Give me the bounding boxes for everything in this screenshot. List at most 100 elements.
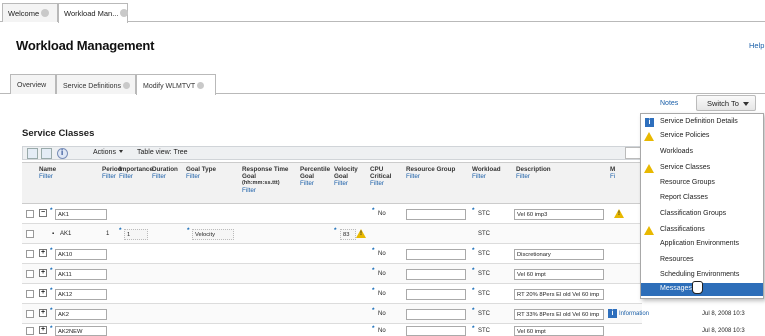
workload-value[interactable]: STC [478, 328, 490, 334]
filter-link[interactable]: Filter [39, 173, 56, 180]
column-header-name[interactable]: Name Filter [39, 166, 56, 180]
expand-icon[interactable]: + [39, 326, 47, 334]
row-checkbox[interactable] [26, 250, 34, 258]
resource-group-field[interactable] [406, 209, 466, 220]
column-header-response-time-goal[interactable]: Response Time Goal (hh:mm:ss.ttt) Filter [242, 166, 296, 194]
name-field[interactable]: AK12 [55, 289, 107, 300]
filter-link[interactable]: Filter [370, 180, 394, 187]
row-checkbox[interactable] [26, 230, 34, 238]
switch-to-button[interactable]: Switch To [696, 95, 756, 111]
close-icon[interactable] [122, 82, 130, 89]
table-row[interactable]: + * AK10 * No * STC Discretionary [22, 244, 642, 264]
workload-value[interactable]: STC [478, 291, 490, 297]
description-field[interactable]: RT 33% 8Pers El old Vel 60 imp [514, 309, 604, 320]
actions-menu[interactable]: Actions [93, 149, 123, 156]
description-field[interactable]: RT 20% 8Pers El old Vel 60 imp [514, 289, 604, 300]
collapse-icon[interactable]: − [39, 209, 47, 217]
cpu-critical-value[interactable]: No [378, 251, 386, 257]
name-field[interactable]: AK10 [55, 249, 107, 260]
notes-link[interactable]: Notes [660, 100, 678, 107]
importance-field[interactable]: 1 [124, 229, 148, 240]
menu-item-classifications[interactable]: Classifications [641, 224, 763, 237]
filter-link[interactable]: Filter [119, 173, 153, 180]
expand-icon[interactable]: + [39, 269, 47, 277]
column-header-percentile-goal[interactable]: Percentile Goal Filter [300, 166, 330, 187]
description-field[interactable]: Vel 60 impt [514, 326, 604, 336]
menu-item-resource-groups[interactable]: Resource Groups [641, 177, 763, 190]
filter-link[interactable]: Filter [516, 173, 551, 180]
row-checkbox[interactable] [26, 290, 34, 298]
filter-link[interactable]: Filter [186, 173, 216, 180]
description-field[interactable]: Vel 60 impt [514, 269, 604, 280]
row-checkbox[interactable] [26, 310, 34, 318]
resource-group-field[interactable] [406, 269, 466, 280]
table-row[interactable]: + * AK12 * No * STC RT 20% 8Pers El old … [22, 284, 642, 304]
menu-item-service-definition-details[interactable]: i Service Definition Details [641, 116, 763, 129]
filter-link[interactable]: Filter [406, 173, 455, 180]
cpu-critical-value[interactable]: No [378, 311, 386, 317]
table-row[interactable]: + * AK11 * No * STC Vel 60 impt [22, 264, 642, 284]
expand-icon[interactable]: + [39, 309, 47, 317]
column-header-velocity-goal[interactable]: Velocity Goal Filter [334, 166, 362, 187]
info-icon[interactable] [57, 148, 68, 159]
workload-value[interactable]: STC [478, 271, 490, 277]
menu-item-classification-groups[interactable]: Classification Groups [641, 208, 763, 221]
table-row[interactable]: + * AK2NEW * No * STC Vel 60 impt [22, 324, 642, 336]
velocity-field[interactable]: 83 [340, 229, 356, 240]
workload-value[interactable]: STC [478, 251, 490, 257]
close-icon[interactable] [120, 9, 129, 17]
column-header-resource-group[interactable]: Resource Group Filter [406, 166, 455, 180]
close-icon[interactable] [197, 82, 205, 89]
column-header-workload[interactable]: Workload Filter [472, 166, 501, 180]
filter-link[interactable]: Fi [610, 173, 615, 180]
select-all-icon[interactable] [27, 148, 38, 159]
name-field[interactable]: AK11 [55, 269, 107, 280]
filter-link[interactable]: Filter [300, 180, 330, 187]
expand-icon[interactable]: + [39, 249, 47, 257]
column-header-messages[interactable]: M Fi [610, 166, 615, 180]
cpu-critical-value[interactable]: No [378, 291, 386, 297]
filter-link[interactable]: Filter [152, 173, 178, 180]
filter-link[interactable]: Filter [242, 187, 296, 194]
menu-item-service-classes[interactable]: Service Classes [641, 162, 763, 175]
tab-workload-management[interactable]: Workload Man... [58, 3, 129, 23]
name-field[interactable]: AK2 [55, 309, 107, 320]
filter-link[interactable]: Filter [472, 173, 501, 180]
column-header-duration[interactable]: Duration Filter [152, 166, 178, 180]
filter-link[interactable]: Filter [334, 180, 362, 187]
menu-item-workloads[interactable]: Workloads [641, 146, 763, 159]
resource-group-field[interactable] [406, 309, 466, 320]
menu-item-report-classes[interactable]: Report Classes [641, 192, 763, 205]
deselect-all-icon[interactable] [41, 148, 52, 159]
description-field[interactable]: Vel 60 imp3 [514, 209, 604, 220]
close-icon[interactable] [41, 9, 50, 17]
name-field[interactable]: AK2NEW [55, 326, 107, 336]
table-row[interactable]: − * AK1 * No * STC Vel 60 imp3 [22, 204, 642, 224]
column-header-importance[interactable]: Importance Filter [119, 166, 153, 180]
help-link[interactable]: Help [749, 41, 764, 50]
message-link[interactable]: Information [619, 311, 649, 317]
description-field[interactable]: Discretionary [514, 249, 604, 260]
cpu-critical-value[interactable]: No [378, 211, 386, 217]
resource-group-field[interactable] [406, 326, 466, 336]
menu-item-service-policies[interactable]: Service Policies [641, 130, 763, 143]
row-checkbox[interactable] [26, 327, 34, 335]
tab-welcome[interactable]: Welcome [2, 3, 58, 22]
goal-type-field[interactable]: Velocity [192, 229, 234, 240]
tab-service-definitions[interactable]: Service Definitions [56, 74, 136, 94]
table-row[interactable]: + * AK2 * No * STC RT 33% 8Pers El old V… [22, 304, 649, 324]
menu-item-scheduling-environments[interactable]: Scheduling Environments [641, 269, 763, 282]
resource-group-field[interactable] [406, 289, 466, 300]
tab-overview[interactable]: Overview [10, 74, 56, 94]
column-header-description[interactable]: Description Filter [516, 166, 551, 180]
workload-value[interactable]: STC [478, 211, 490, 217]
table-view-label[interactable]: Table view: Tree [137, 149, 188, 156]
name-field[interactable]: AK1 [55, 209, 107, 220]
cpu-critical-value[interactable]: No [378, 271, 386, 277]
menu-item-resources[interactable]: Resources [641, 254, 763, 267]
cpu-critical-value[interactable]: No [378, 328, 386, 334]
resource-group-field[interactable] [406, 249, 466, 260]
workload-value[interactable]: STC [478, 311, 490, 317]
row-checkbox[interactable] [26, 270, 34, 278]
expand-icon[interactable]: + [39, 289, 47, 297]
